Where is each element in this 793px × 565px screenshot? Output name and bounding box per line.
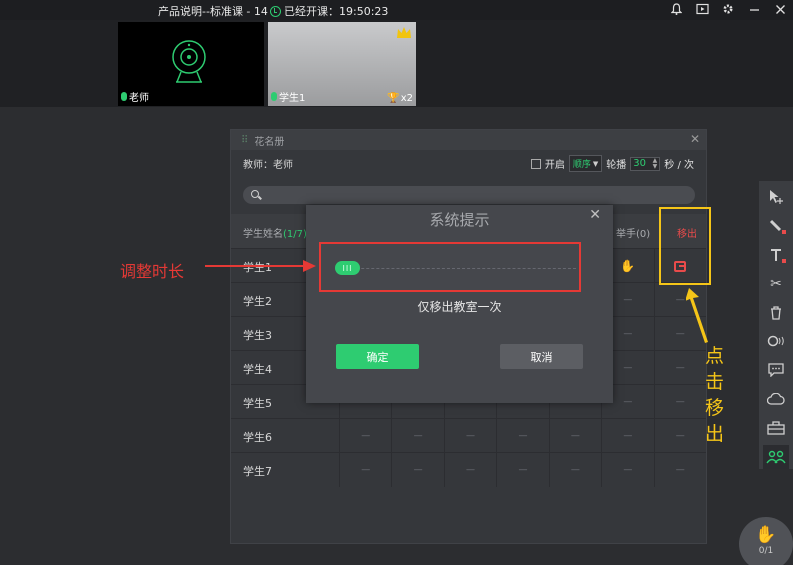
annotation-remove-highlight (659, 207, 711, 285)
class-timer-text: 已经开课：19:50:23 (284, 5, 389, 18)
trophy-count: 🏆 x2 (387, 93, 413, 104)
table-cell: — (391, 419, 443, 453)
rotate-seconds-value: 30 (633, 157, 646, 169)
cancel-button[interactable]: 取消 (500, 344, 583, 369)
confirm-button[interactable]: 确定 (336, 344, 419, 369)
teacher-video[interactable]: 老师 (118, 22, 264, 106)
trophy-icon: 🏆 (387, 93, 400, 104)
table-cell: — (653, 419, 706, 453)
student-name: 学生6 (243, 431, 272, 444)
table-cell: — (496, 419, 548, 453)
hand-icon: ✋ (755, 525, 777, 545)
annotation-slider-highlight (319, 242, 581, 292)
trophy-count-text: x2 (400, 93, 413, 104)
hand-icon: ✋ (620, 259, 636, 273)
hand-raise-button[interactable]: ✋ 0/1 (739, 517, 793, 565)
scissors-icon[interactable]: ✂ (763, 272, 789, 296)
color-dot-icon (782, 258, 786, 263)
chevron-down-icon: ▼ (592, 159, 599, 168)
table-row: 学生7 — — — — — — — (231, 452, 706, 487)
table-cell: — (496, 453, 548, 487)
search-icon (251, 190, 259, 198)
rotation-controls: 开启 顺序 ▼ 轮播 30 ▲ ▼ 秒 / 次 (530, 155, 694, 172)
table-cell: — (548, 419, 601, 453)
hand-raise-count: 0/1 (758, 546, 774, 556)
dialog-close-icon[interactable]: ✕ (589, 207, 601, 223)
minimize-icon[interactable] (747, 2, 761, 16)
annotation-click-remove: 点击移出 (705, 345, 725, 445)
teacher-line: 教师：老师 (243, 159, 293, 171)
table-cell: — (443, 419, 496, 453)
teacher-name: 老师 (129, 93, 149, 104)
enable-rotation-label: 开启 (544, 160, 565, 171)
table-cell: — (548, 453, 601, 487)
table-row: 学生6 — — — — — — — (231, 418, 706, 453)
student-name: 学生4 (243, 363, 272, 376)
window-title: 产品说明--标准课 - 14 (158, 5, 268, 18)
student-name: 学生3 (243, 329, 272, 342)
color-dot-icon (782, 229, 786, 234)
title-bar: 产品说明--标准课 - 14 已经开课：19:50:23 (0, 0, 793, 20)
window-controls (669, 2, 787, 16)
class-timer: 已经开课：19:50:23 (270, 3, 388, 19)
pen-icon[interactable] (763, 214, 789, 238)
microphone-icon (121, 92, 127, 101)
rotate-label: 轮播 (606, 160, 627, 171)
dialog-title: 系统提示 (429, 211, 490, 229)
column-hand-raise: 举手(0) (616, 229, 651, 240)
table-cell: — (601, 453, 653, 487)
table-cell: — (653, 453, 706, 487)
table-cell: — (653, 385, 706, 419)
gear-icon[interactable] (721, 2, 735, 16)
roster-users-icon[interactable] (763, 445, 789, 470)
record-icon[interactable] (695, 2, 709, 16)
roster-close-icon[interactable]: ✕ (690, 132, 700, 146)
annotation-arrow-right-icon (205, 260, 316, 272)
order-select-value: 顺序 (572, 160, 591, 170)
order-select[interactable]: 顺序 ▼ (568, 155, 603, 172)
student-name: 学生7 (243, 465, 272, 478)
stepper-arrows-icon[interactable]: ▲ ▼ (653, 157, 658, 170)
teacher-video-label: 老师 (121, 89, 149, 104)
drag-handle-icon[interactable]: ⠿ (241, 135, 248, 146)
annotation-adjust-duration: 调整时长 (120, 262, 185, 281)
enable-rotation-checkbox[interactable] (530, 158, 541, 169)
dialog-message: 仅移出教室一次 (417, 300, 502, 314)
column-student-name: 学生姓名(1/7) (243, 229, 307, 240)
select-move-icon[interactable] (763, 185, 789, 209)
rotate-seconds-stepper[interactable]: 30 ▲ ▼ (630, 156, 661, 171)
table-cell: — (339, 453, 391, 487)
trash-icon[interactable] (763, 301, 789, 325)
student-video[interactable]: 学生1 🏆 x2 (268, 22, 416, 106)
video-strip: 老师 学生1 🏆 x2 (0, 20, 793, 107)
microphone-icon (271, 92, 277, 101)
text-tool-icon[interactable] (763, 243, 789, 267)
teacher-row: 教师：老师 开启 顺序 ▼ 轮播 30 ▲ ▼ 秒 / 次 (231, 150, 706, 176)
laser-pointer-icon[interactable] (763, 330, 789, 354)
chat-icon[interactable] (763, 358, 789, 382)
clock-icon (270, 5, 281, 17)
crown-icon (397, 27, 411, 38)
per-unit-label: 秒 / 次 (664, 160, 694, 171)
table-cell: — (601, 419, 653, 453)
webcam-icon (172, 40, 206, 83)
annotation-arrow-up-icon (686, 288, 708, 343)
toolbox-icon[interactable] (763, 416, 789, 440)
table-cell: — (339, 419, 391, 453)
student-name: 学生2 (243, 295, 272, 308)
table-cell: — (653, 351, 706, 385)
close-icon[interactable] (773, 2, 787, 16)
student-video-label: 学生1 (271, 89, 305, 104)
roster-search-input[interactable] (243, 186, 695, 204)
system-prompt-dialog: 系统提示 ✕ III 仅移出教室一次 确定 取消 (306, 205, 613, 403)
student-name: 学生1 (279, 93, 306, 104)
roster-title: 花名册 (254, 136, 285, 148)
roster-header[interactable]: ⠿ 花名册 ✕ (231, 130, 706, 150)
student-name: 学生5 (243, 397, 272, 410)
bell-icon[interactable] (669, 2, 683, 16)
drawing-toolbar: ✂ (759, 181, 793, 470)
cloud-icon[interactable] (763, 387, 789, 411)
table-cell: — (391, 453, 443, 487)
table-cell: — (443, 453, 496, 487)
